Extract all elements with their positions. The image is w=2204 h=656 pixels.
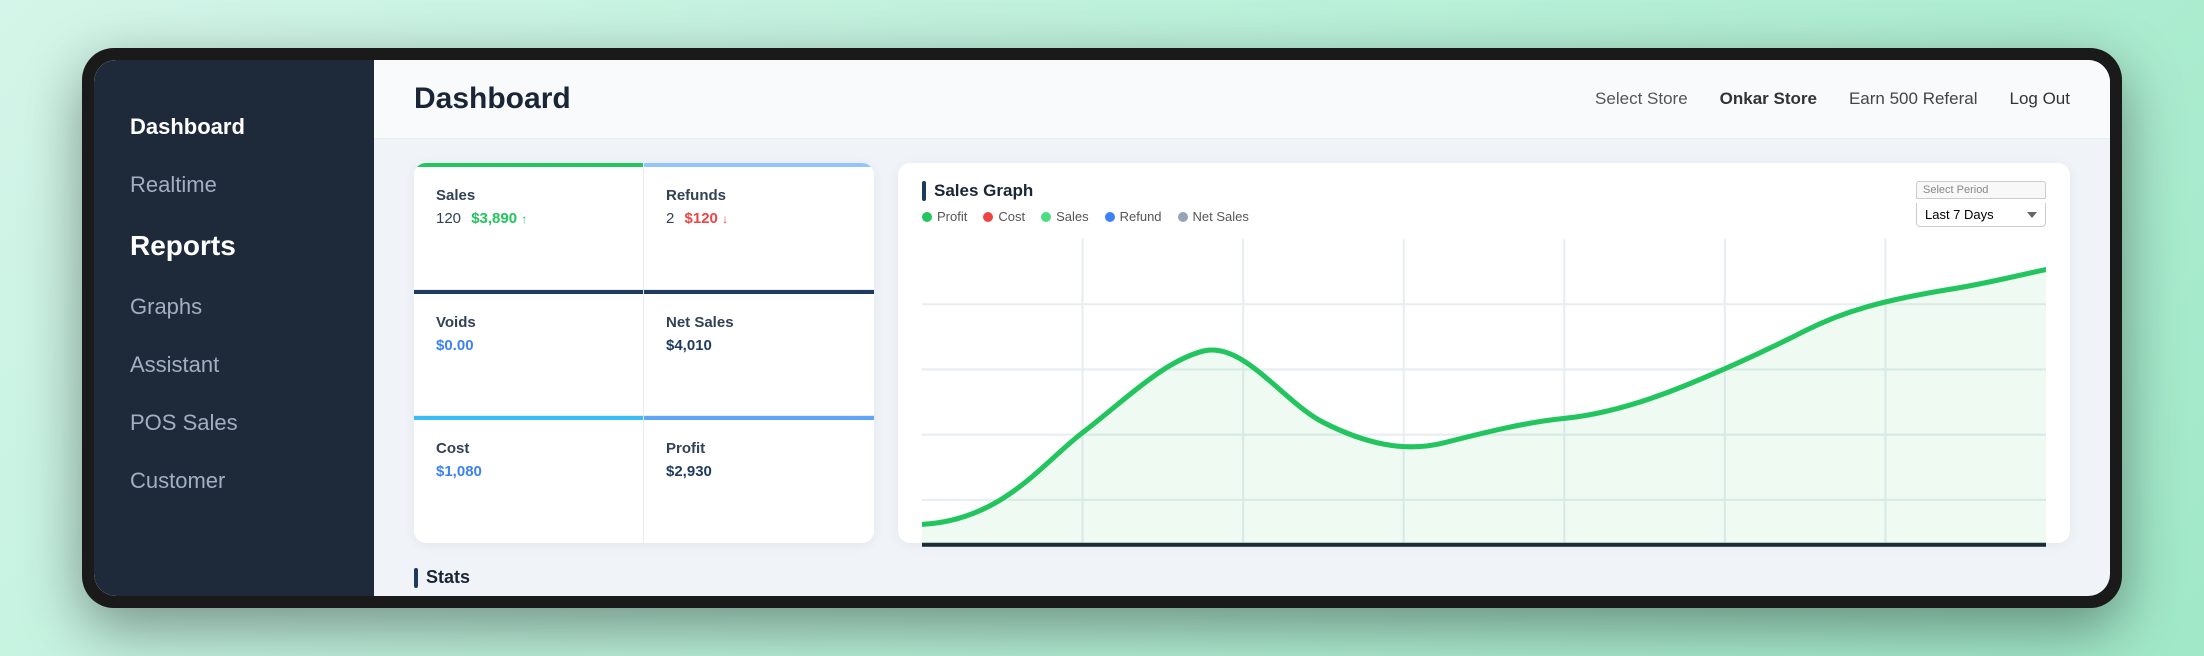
cost-amount: $1,080 — [436, 463, 482, 480]
chart-area — [922, 239, 2046, 565]
cost-value: $1,080 — [436, 463, 621, 480]
sales-label: Sales — [436, 187, 621, 204]
legend-profit: Profit — [922, 209, 967, 224]
refund-dot — [1105, 212, 1115, 222]
net-sales-label: Net Sales — [666, 314, 852, 331]
net-sales-value: $4,010 — [666, 337, 852, 354]
refunds-label: Refunds — [666, 187, 852, 204]
sidebar-item-realtime[interactable]: Realtime — [94, 158, 374, 212]
earn-referal-link[interactable]: Earn 500 Referal — [1849, 89, 1978, 109]
voids-value: $0.00 — [436, 337, 621, 354]
voids-amount: $0.00 — [436, 337, 474, 354]
profit-dot — [922, 212, 932, 222]
legend-net-sales: Net Sales — [1178, 209, 1249, 224]
cost-dot — [983, 212, 993, 222]
refunds-bar — [644, 163, 874, 167]
sidebar-item-assistant[interactable]: Assistant — [94, 338, 374, 392]
stats-title-bar-icon — [414, 568, 418, 588]
net-sales-bar — [644, 290, 874, 294]
sales-count: 120 — [436, 210, 461, 227]
sales-amount: $3,890 — [471, 210, 517, 227]
sidebar-item-dashboard[interactable]: Dashboard — [94, 100, 374, 154]
stat-card-voids: Voids $0.00 — [414, 290, 644, 417]
sales-area — [922, 270, 2046, 545]
sidebar-item-customer[interactable]: Customer — [94, 454, 374, 508]
chart-section: Sales Graph Profit Cost — [898, 163, 2070, 543]
logout-button[interactable]: Log Out — [2010, 89, 2071, 109]
net-sales-amount: $4,010 — [666, 337, 712, 354]
stat-card-cost: Cost $1,080 — [414, 416, 644, 543]
profit-value: $2,930 — [666, 463, 852, 480]
stat-card-profit: Profit $2,930 — [644, 416, 874, 543]
device-screen: Dashboard Realtime Reports Graphs Assist… — [94, 60, 2110, 596]
main-content: Dashboard Select Store Onkar Store Earn … — [374, 60, 2110, 596]
select-store-link[interactable]: Select Store — [1595, 89, 1688, 109]
refunds-count: 2 — [666, 210, 674, 227]
page-title: Dashboard — [414, 82, 571, 116]
voids-label: Voids — [436, 314, 621, 331]
profit-bar — [644, 416, 874, 420]
refunds-value: 2 $120 ↓ — [666, 210, 852, 227]
stats-section: Stats — [374, 567, 2110, 596]
cost-label: Cost — [436, 440, 621, 457]
stat-card-net-sales: Net Sales $4,010 — [644, 290, 874, 417]
sidebar-item-graphs[interactable]: Graphs — [94, 280, 374, 334]
chart-title: Sales Graph — [922, 181, 1249, 201]
net-sales-dot — [1178, 212, 1188, 222]
header: Dashboard Select Store Onkar Store Earn … — [374, 60, 2110, 139]
stat-card-refunds: Refunds 2 $120 ↓ — [644, 163, 874, 290]
sales-graph-svg — [922, 239, 2046, 565]
stats-grid: Sales 120 $3,890 ↑ Refunds 2 $12 — [414, 163, 874, 543]
chart-header: Sales Graph Profit Cost — [922, 181, 2046, 227]
chart-title-area: Sales Graph Profit Cost — [922, 181, 1249, 224]
refunds-amount: $120 — [685, 210, 718, 227]
legend-refund: Refund — [1105, 209, 1162, 224]
sales-value: 120 $3,890 ↑ — [436, 210, 621, 227]
dashboard-body: Sales 120 $3,890 ↑ Refunds 2 $12 — [374, 139, 2110, 567]
stats-section-title: Stats — [414, 567, 2070, 588]
period-select-wrapper: Select Period Last 7 Days Last 30 Days L… — [1916, 181, 2046, 227]
sidebar-item-reports[interactable]: Reports — [94, 216, 374, 276]
profit-amount: $2,930 — [666, 463, 712, 480]
chart-title-bar-icon — [922, 181, 926, 201]
refunds-trend-icon: ↓ — [722, 212, 728, 226]
sales-bar — [414, 163, 643, 167]
header-nav: Select Store Onkar Store Earn 500 Refera… — [1595, 89, 2070, 109]
cost-bar — [414, 416, 643, 420]
voids-bar — [414, 290, 643, 294]
period-select[interactable]: Last 7 Days Last 30 Days Last 90 Days Th… — [1916, 203, 2046, 227]
device-frame: Dashboard Realtime Reports Graphs Assist… — [82, 48, 2122, 608]
stat-card-sales: Sales 120 $3,890 ↑ — [414, 163, 644, 290]
store-name[interactable]: Onkar Store — [1720, 89, 1817, 109]
period-select-label: Select Period — [1916, 181, 2046, 199]
profit-label: Profit — [666, 440, 852, 457]
legend-sales: Sales — [1041, 209, 1089, 224]
chart-legend: Profit Cost Sales — [922, 209, 1249, 224]
sales-dot — [1041, 212, 1051, 222]
legend-cost: Cost — [983, 209, 1025, 224]
sales-trend-icon: ↑ — [521, 212, 527, 226]
sidebar-item-pos-sales[interactable]: POS Sales — [94, 396, 374, 450]
sidebar: Dashboard Realtime Reports Graphs Assist… — [94, 60, 374, 596]
